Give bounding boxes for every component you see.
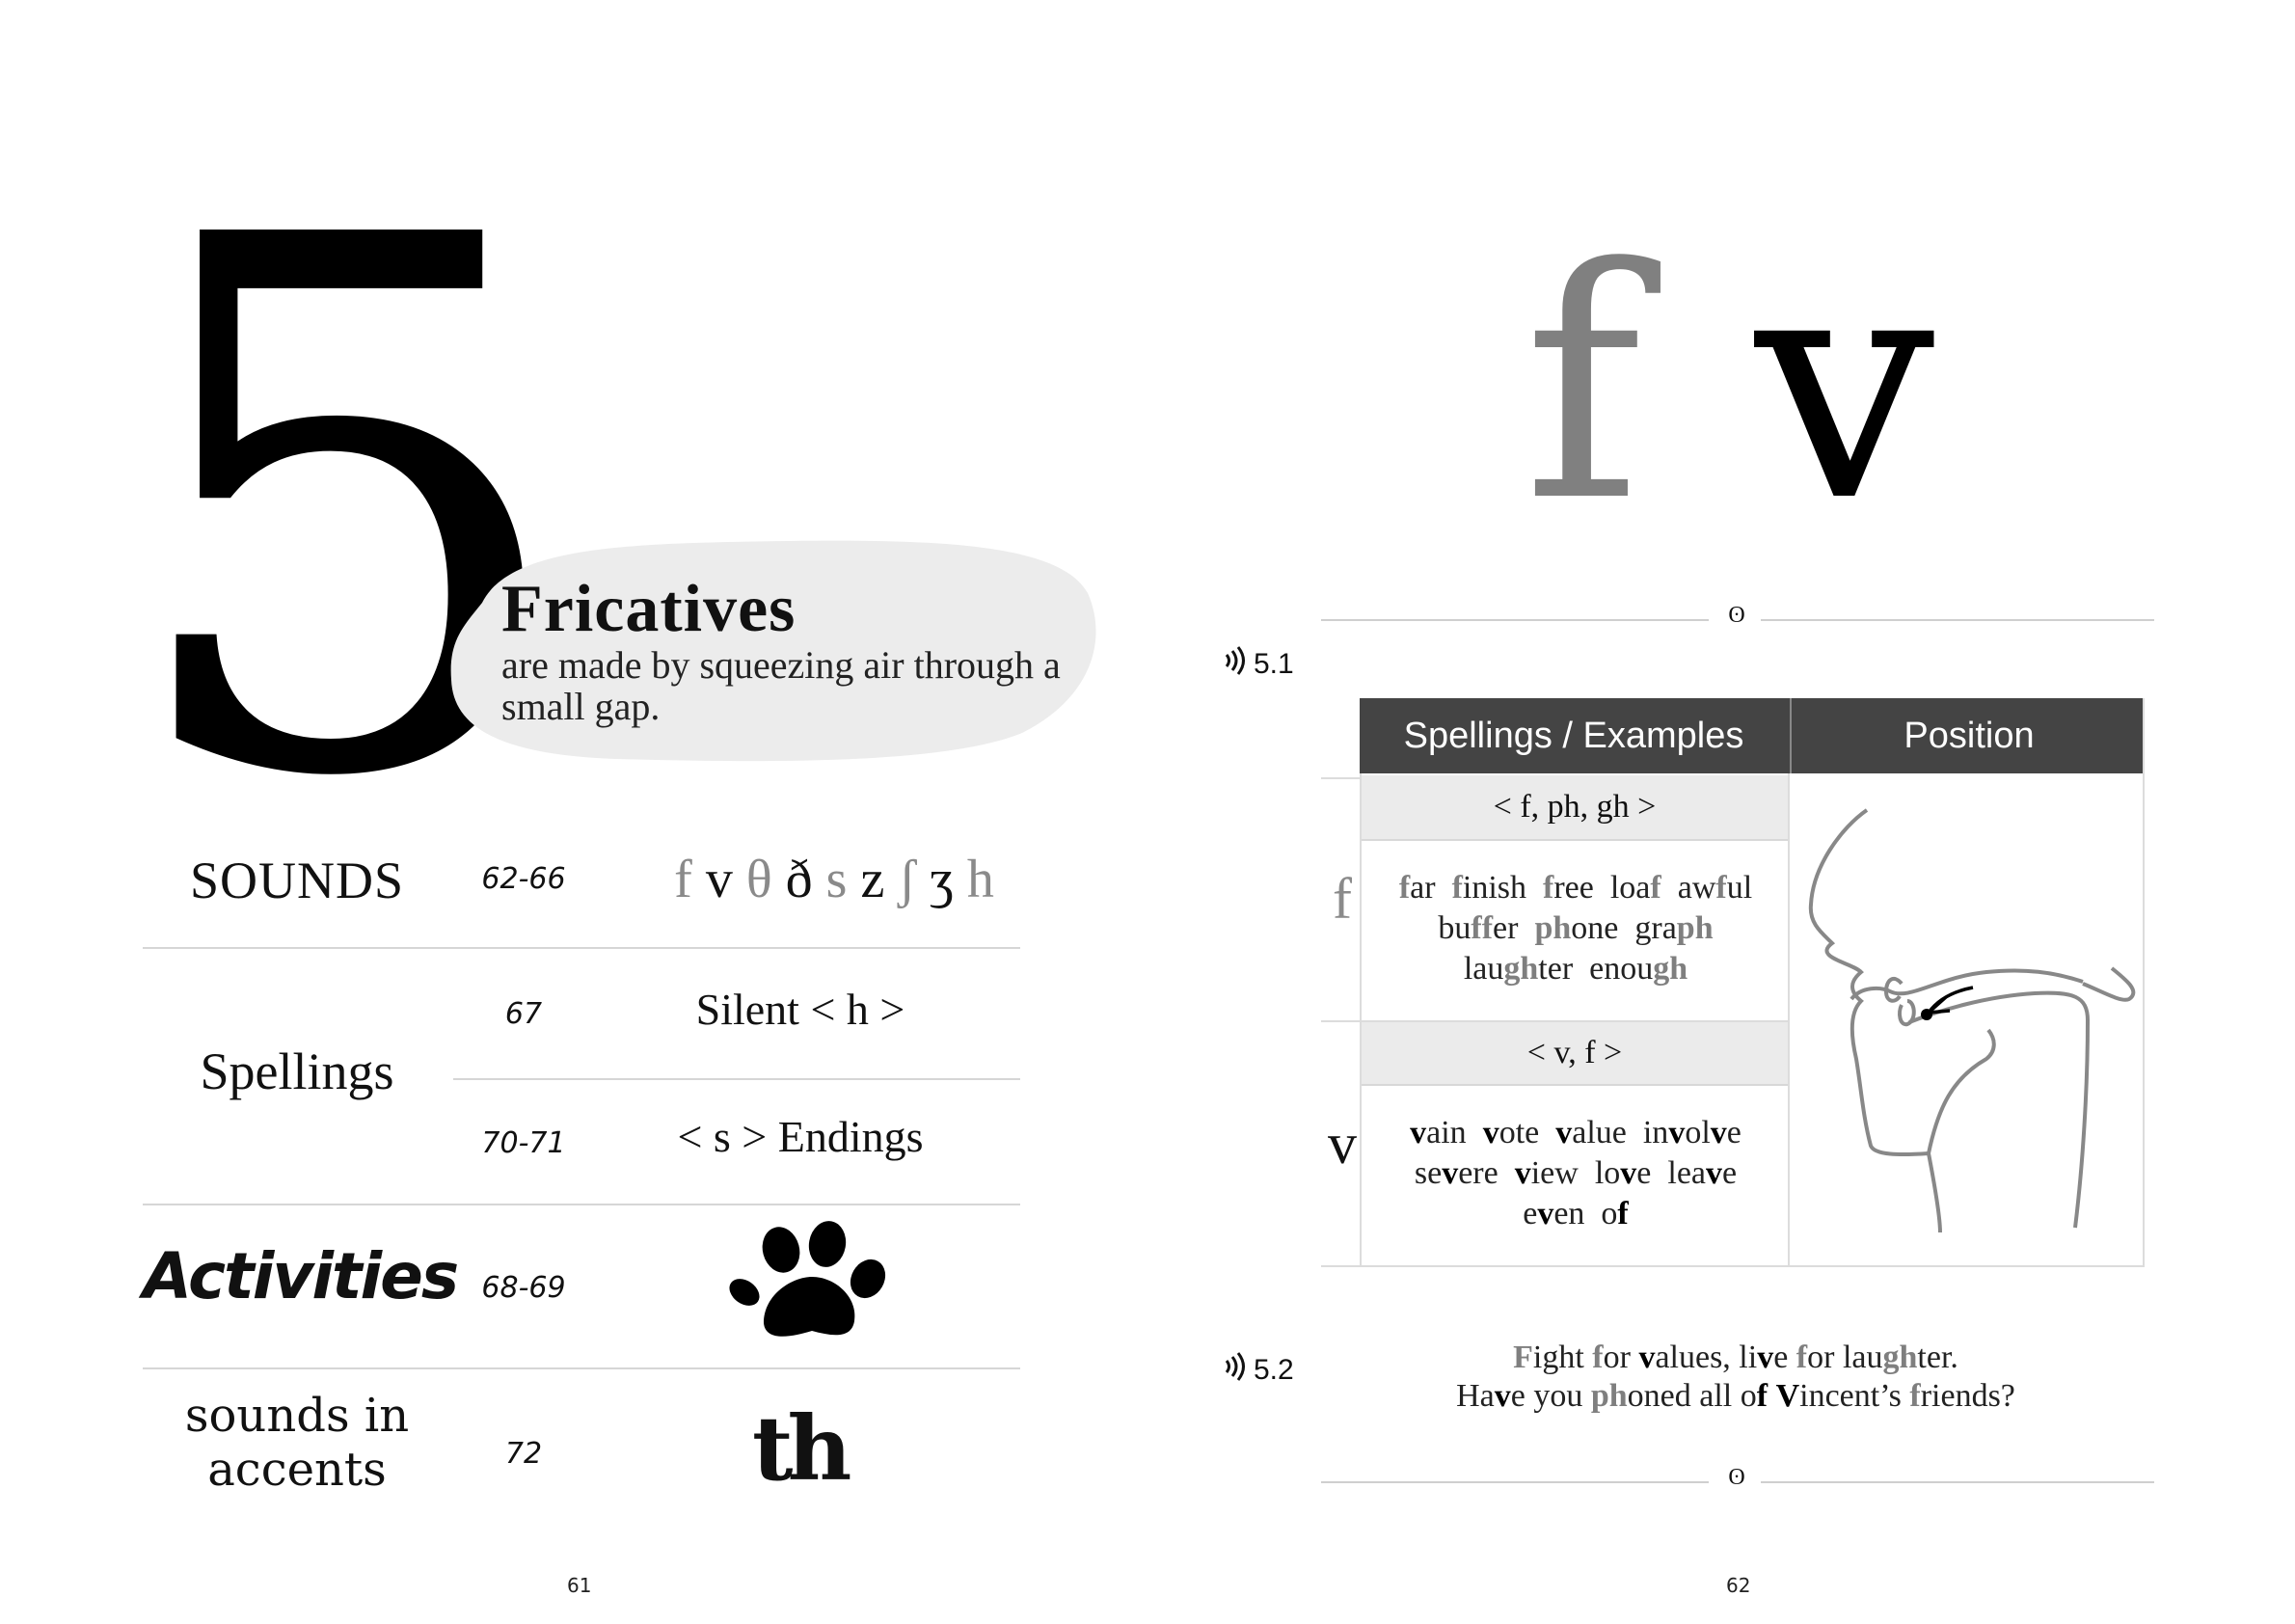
s-endings-page-ref[interactable]: 70-71: [446, 1126, 601, 1160]
row-letter-v: v: [1328, 1112, 1357, 1176]
silent-h-topic: Silent < h >: [695, 985, 905, 1034]
ipa-symbol: f: [674, 850, 692, 909]
accents-page-ref[interactable]: 72: [446, 1437, 601, 1471]
page-number-right: 62: [1726, 1574, 1751, 1597]
silent-h-page-ref[interactable]: 67: [446, 997, 601, 1031]
practice-sentence-1: Fight for values, live for laughter.: [1513, 1340, 1958, 1375]
row-letter-f: f: [1333, 867, 1352, 931]
table-rule: [1321, 1265, 2145, 1267]
ipa-symbol: s: [825, 850, 848, 909]
paw-icon: [729, 1221, 886, 1337]
spellings-cell-v: < v, f >: [1362, 1022, 1788, 1084]
sounds-page-ref[interactable]: 62-66: [446, 862, 601, 896]
ornament-rule-right: [1761, 619, 2154, 621]
section-description: are made by squeezing air through a smal…: [501, 643, 1061, 728]
accents-label: sounds in accents: [184, 1389, 410, 1497]
chapter-number: 5: [114, 85, 580, 937]
activities-page-ref[interactable]: 68-69: [446, 1271, 601, 1305]
table-rule: [1362, 1084, 1788, 1086]
mouth-position-diagram: [1808, 808, 2136, 1233]
row-divider: [143, 947, 1020, 949]
th-glyph: th: [752, 1396, 851, 1501]
row-divider: [143, 1367, 1020, 1369]
audio-track-label: 5.2: [1254, 1354, 1294, 1386]
table-rule: [1321, 777, 1362, 779]
ipa-symbol: h: [966, 850, 994, 909]
ipa-symbol: θ: [745, 850, 772, 909]
audio-track-label: 5.1: [1254, 648, 1294, 680]
ipa-symbol: ð: [785, 850, 813, 909]
ornament-glyph: ʘ: [1728, 1465, 1745, 1490]
ornament-rule-left: [1321, 619, 1709, 621]
spellings-cell-f: < f, ph, gh >: [1362, 775, 1788, 839]
ipa-symbol: ʃ: [898, 850, 916, 909]
page-number-left: 61: [567, 1574, 592, 1597]
table-header: Spellings / Examples Position: [1360, 698, 2145, 773]
sound-icon: [1223, 646, 1248, 683]
section-title: Fricatives: [501, 572, 796, 646]
audio-track-2[interactable]: 5.2: [1223, 1352, 1294, 1389]
audio-track-1[interactable]: 5.1: [1223, 646, 1294, 683]
ipa-symbol: z: [860, 850, 885, 909]
activities-label: Activities: [143, 1239, 459, 1313]
ipa-symbol: v: [705, 850, 733, 909]
row-divider: [143, 1204, 1020, 1205]
practice-sentences: Fight for values, live for laughter. Hav…: [1350, 1339, 2121, 1416]
sound-icon: [1223, 1352, 1248, 1389]
ornament-rule-left: [1321, 1481, 1709, 1483]
practice-sentence-2: Have you phoned all of Vincent’s friends…: [1456, 1378, 2015, 1414]
ornament-rule-right: [1761, 1481, 2154, 1483]
examples-cell-f: far finish free loaf awful buffer phone …: [1398, 870, 1753, 987]
sounds-ipa-list: f v θ ð s z ʃ ʒ h: [627, 849, 1041, 910]
heading-letter-v: v: [1755, 201, 1935, 571]
s-endings-topic: < s > Endings: [677, 1112, 924, 1161]
row-divider: [453, 1078, 1020, 1080]
table-rule: [2143, 698, 2145, 1267]
header-position: Position: [1790, 698, 2146, 773]
ipa-symbol: ʒ: [929, 850, 954, 909]
table-rule: [1362, 839, 1788, 841]
spellings-label: Spellings: [200, 1042, 394, 1100]
sounds-label: SOUNDS: [189, 852, 405, 909]
heading-letter-f: f: [1524, 201, 1642, 571]
table-rule: [1788, 773, 1790, 1267]
ornament-glyph: ʘ: [1728, 603, 1745, 628]
examples-cell-v: vain vote value involve severe view love…: [1410, 1115, 1742, 1232]
header-spellings: Spellings / Examples: [1403, 716, 1744, 756]
